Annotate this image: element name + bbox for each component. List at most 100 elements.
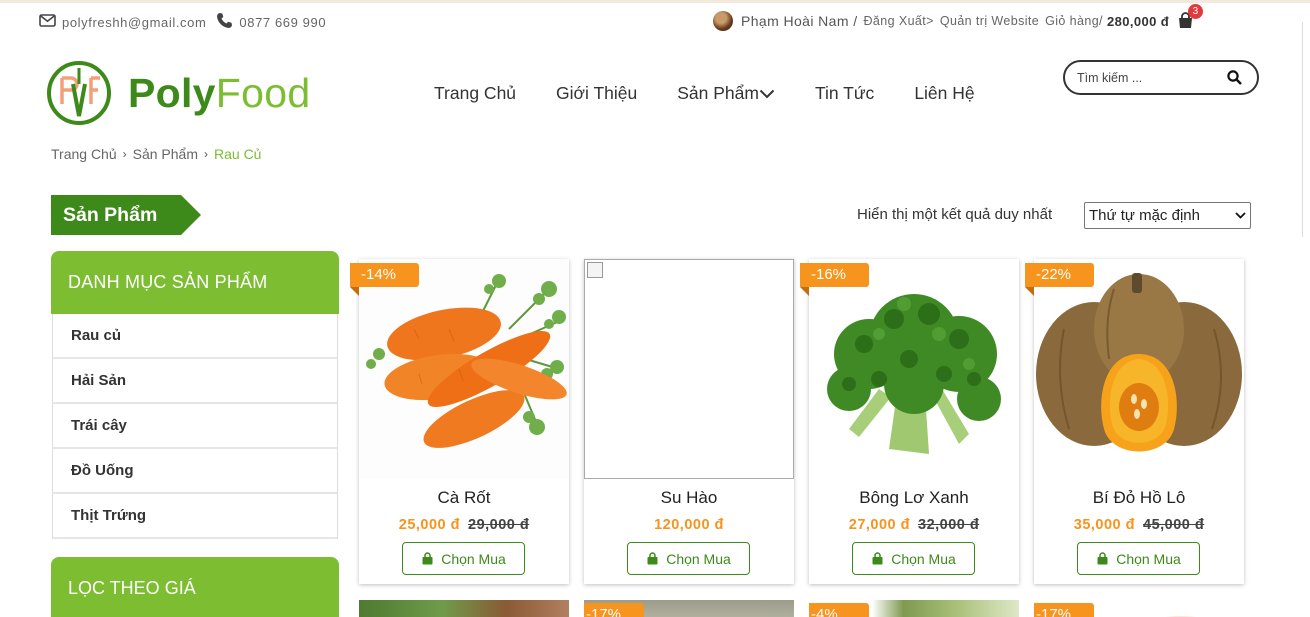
logo-text: PolyFood <box>128 70 310 117</box>
product-name[interactable]: Bông Lơ Xanh <box>809 488 1019 508</box>
category-item-drinks[interactable]: Đồ Uống <box>52 449 338 494</box>
cart-count-badge: 3 <box>1188 4 1204 19</box>
section-title: Sản Phẩm <box>51 195 201 235</box>
top-bar: polyfreshh@gmail.com 0877 669 990 Phạm H… <box>0 4 1310 38</box>
user-bar: Phạm Hoài Nam / Đăng Xuất> Quản trị Webs… <box>713 4 1204 31</box>
buy-button-label: Chọn Mua <box>891 550 956 567</box>
buy-button[interactable]: Chọn Mua <box>627 542 750 575</box>
breadcrumb-current: Rau Củ <box>214 146 262 162</box>
cart-label[interactable]: Giỏ hàng/ <box>1045 14 1103 28</box>
phone-icon <box>216 12 233 32</box>
product-old-price: 45,000 đ <box>1143 517 1205 533</box>
breadcrumb-separator-icon: › <box>122 147 127 161</box>
product-price: 27,000 đ <box>848 517 910 533</box>
search-box <box>1063 60 1259 95</box>
result-count-text: Hiển thị một kết quả duy nhất <box>857 206 1053 223</box>
envelope-icon <box>39 14 56 30</box>
price-filter-title: LỌC THEO GIÁ <box>51 557 339 617</box>
product-prices: 25,000 đ 29,000 đ <box>359 517 569 533</box>
sort-selected-value: Thứ tự mặc định <box>1089 207 1200 224</box>
discount-badge: -14% <box>350 263 419 287</box>
category-item-vegetables[interactable]: Rau củ <box>52 314 338 359</box>
product-prices: 120,000 đ <box>584 517 794 533</box>
product-old-price: 29,000 đ <box>468 517 530 533</box>
discount-badge: -17% <box>1034 603 1094 617</box>
discount-badge: -4% <box>809 603 869 617</box>
badge-fold <box>350 287 359 296</box>
product-prices: 35,000 đ 45,000 đ <box>1034 517 1244 533</box>
buy-button[interactable]: Chọn Mua <box>1077 542 1200 575</box>
sort-select[interactable]: Thứ tự mặc định <box>1084 202 1251 229</box>
nav-item-products-label: Sản Phẩm <box>677 83 759 103</box>
product-card-partial: -17% <box>1034 600 1244 617</box>
product-card-partial: -17% <box>584 600 794 617</box>
buy-button-label: Chọn Mua <box>441 550 506 567</box>
nav-item-news[interactable]: Tin Tức <box>815 83 874 104</box>
product-card-partial: -4% <box>809 600 1019 617</box>
category-item-fruit[interactable]: Trái cây <box>52 404 338 449</box>
nav-item-products[interactable]: Sản Phẩm <box>677 83 775 104</box>
category-panel-title: DANH MỤC SẢN PHẨM <box>51 251 339 314</box>
logout-link[interactable]: Đăng Xuất> <box>863 14 933 28</box>
main-nav: Trang Chủ Giới Thiệu Sản Phẩm Tin Tức Li… <box>434 83 975 104</box>
product-name[interactable]: Bí Đỏ Hồ Lô <box>1034 488 1244 508</box>
buy-button[interactable]: Chọn Mua <box>852 542 975 575</box>
product-image-broken[interactable] <box>584 259 794 479</box>
product-image-pumpkin[interactable] <box>1034 259 1244 479</box>
admin-link[interactable]: Quản trị Website <box>940 14 1039 28</box>
avatar <box>713 11 733 31</box>
chevron-down-icon <box>1235 212 1246 219</box>
category-item-seafood[interactable]: Hải Sản <box>52 359 338 404</box>
contact-email[interactable]: polyfreshh@gmail.com <box>62 15 206 30</box>
nav-item-about[interactable]: Giới Thiệu <box>556 83 637 104</box>
chevron-down-icon <box>759 89 775 98</box>
shopping-bag-icon <box>1097 552 1108 565</box>
discount-badge: -22% <box>1025 263 1094 287</box>
broken-image-icon <box>587 262 603 278</box>
breadcrumb-products[interactable]: Sản Phẩm <box>133 146 198 162</box>
cart-total[interactable]: 280,000 đ <box>1107 14 1169 29</box>
nav-item-home[interactable]: Trang Chủ <box>434 83 516 104</box>
badge-fold <box>800 287 809 296</box>
product-price: 120,000 đ <box>654 517 724 533</box>
product-prices: 27,000 đ 32,000 đ <box>809 517 1019 533</box>
breadcrumb-home[interactable]: Trang Chủ <box>51 146 117 162</box>
category-panel: DANH MỤC SẢN PHẨM Rau củ Hải Sản Trái câ… <box>51 251 339 539</box>
product-price: 35,000 đ <box>1073 517 1135 533</box>
contact-phone[interactable]: 0877 669 990 <box>239 15 326 30</box>
shopping-bag-icon <box>422 552 433 565</box>
page-scrollbar[interactable] <box>1302 22 1310 237</box>
category-item-meat-eggs[interactable]: Thịt Trứng <box>52 494 338 539</box>
product-card: -22% Bí Đỏ Hồ Lô 35,000 đ 45,000 đ Chọn M… <box>1025 259 1244 584</box>
search-icon[interactable] <box>1227 70 1243 86</box>
buy-button[interactable]: Chọn Mua <box>402 542 525 575</box>
site-logo[interactable]: PolyFood <box>46 60 310 126</box>
logo-text-poly: Poly <box>128 69 216 116</box>
contact-info: polyfreshh@gmail.com 0877 669 990 <box>39 12 326 32</box>
product-image-broccoli[interactable] <box>809 259 1019 479</box>
user-name[interactable]: Phạm Hoài Nam / <box>741 13 857 29</box>
product-name[interactable]: Cà Rốt <box>359 488 569 508</box>
discount-badge: -16% <box>800 263 869 287</box>
product-old-price: 32,000 đ <box>918 517 980 533</box>
shopping-bag-icon <box>647 552 658 565</box>
logo-text-food: Food <box>215 69 311 116</box>
product-card: -16% Bông Lơ Xanh 27,000 đ 32,000 đ Chọn… <box>800 259 1019 584</box>
product-image-carrot[interactable] <box>359 259 569 479</box>
top-accent-line <box>0 0 1310 3</box>
buy-button-label: Chọn Mua <box>666 550 731 567</box>
breadcrumb-separator-icon: › <box>204 147 208 161</box>
breadcrumb: Trang Chủ › Sản Phẩm › Rau Củ <box>51 146 261 162</box>
nav-item-contact[interactable]: Liên Hệ <box>914 83 974 104</box>
cart-icon[interactable]: 3 <box>1177 4 1204 30</box>
product-card: Su Hào 120,000 đ Chọn Mua <box>584 259 794 584</box>
badge-fold <box>1025 287 1034 296</box>
product-card-partial <box>359 600 569 617</box>
buy-button-label: Chọn Mua <box>1116 550 1181 567</box>
shopping-bag-icon <box>872 552 883 565</box>
logo-emblem-icon <box>47 61 111 125</box>
search-input[interactable] <box>1077 69 1217 87</box>
product-price: 25,000 đ <box>398 517 460 533</box>
product-name[interactable]: Su Hào <box>584 488 794 508</box>
discount-badge: -17% <box>584 603 644 617</box>
